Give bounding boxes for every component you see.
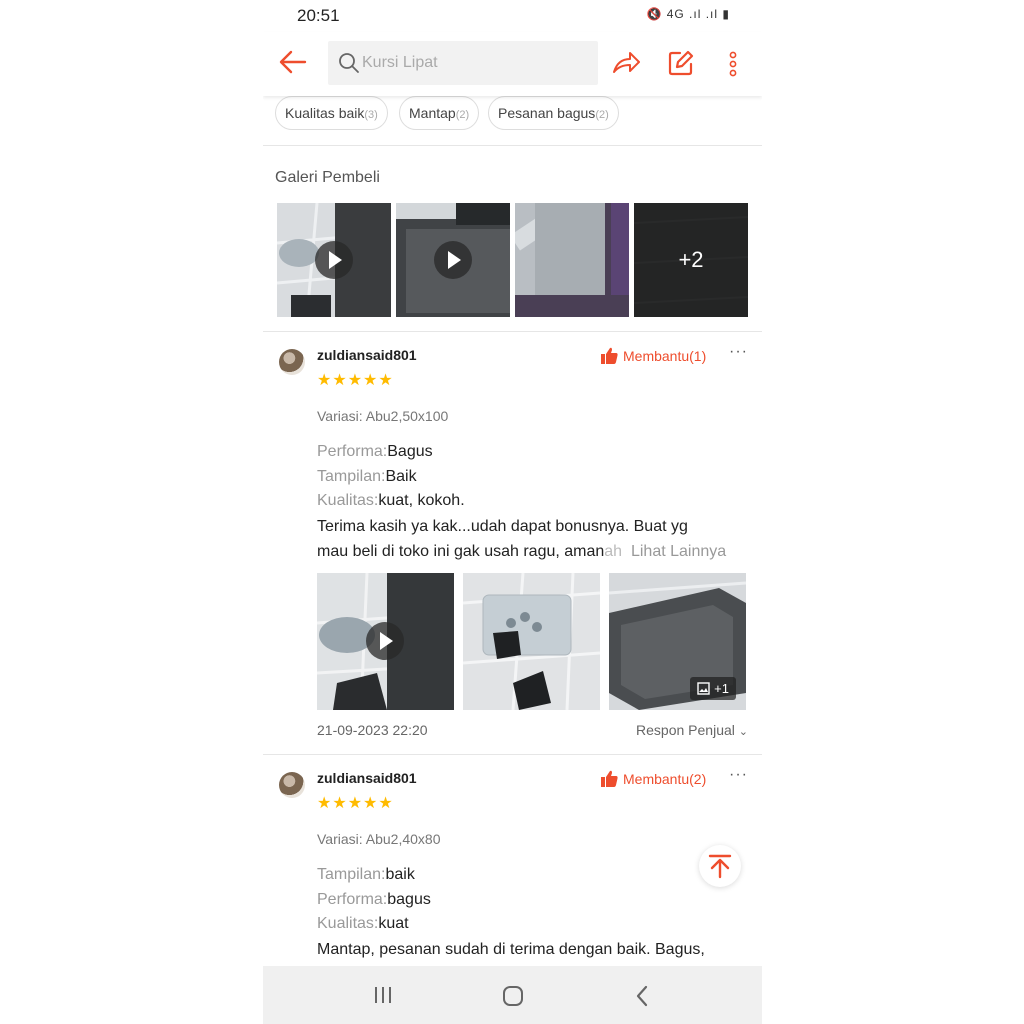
- review-variation: Variasi: Abu2,40x80: [317, 831, 441, 847]
- recent-apps-icon[interactable]: [373, 986, 393, 1004]
- arrow-up-icon: [708, 854, 732, 879]
- gallery-video-1[interactable]: [277, 203, 391, 317]
- status-bar: 20:51 🔇 4G .ıl .ıl ▮: [263, 0, 762, 32]
- attr-key: Tampilan:: [317, 467, 386, 485]
- status-time: 20:51: [297, 6, 340, 25]
- edit-icon[interactable]: [668, 50, 694, 76]
- back-arrow-icon[interactable]: [277, 46, 309, 78]
- gallery-more-count: +2: [634, 203, 748, 317]
- chip-kualitas-baik[interactable]: Kualitas baik(3): [275, 96, 388, 130]
- review-date: 21-09-2023 22:20: [317, 722, 428, 738]
- attr-key: Performa:: [317, 890, 388, 908]
- top-bar: Kursi Lipat: [263, 32, 762, 96]
- gallery-video-2[interactable]: [396, 203, 510, 317]
- review-attributes: Tampilan:baik Performa:bagus Kualitas:ku…: [317, 863, 431, 937]
- app-screen: 20:51 🔇 4G .ıl .ıl ▮ Kursi Lipat Kualita: [263, 0, 762, 1024]
- media-more-count: +1: [690, 677, 736, 700]
- helpful-label: Membantu(2): [623, 770, 707, 787]
- thumbs-up-icon: [601, 770, 618, 787]
- review-video[interactable]: [317, 573, 454, 710]
- chip-count: (2): [455, 109, 470, 121]
- helpful-button[interactable]: Membantu(2): [601, 770, 706, 787]
- see-more-link[interactable]: Lihat Lainnya: [631, 543, 726, 560]
- chip-label: Pesanan bagus: [498, 105, 596, 121]
- share-icon[interactable]: [611, 48, 641, 78]
- gallery-photo-3[interactable]: [515, 203, 629, 317]
- search-input[interactable]: Kursi Lipat: [328, 41, 598, 85]
- attr-value: kuat, kokoh.: [378, 492, 465, 509]
- review-text-line: Mantap, pesanan sudah di terima dengan b…: [317, 941, 705, 958]
- review-more-icon[interactable]: ···: [729, 766, 748, 784]
- search-placeholder: Kursi Lipat: [362, 54, 438, 71]
- seller-response-toggle[interactable]: Respon Penjual ⌄: [636, 722, 748, 738]
- chip-label: Kualitas baik: [285, 105, 365, 121]
- scroll-to-top-button[interactable]: [699, 845, 741, 887]
- play-icon: [434, 241, 472, 279]
- attr-key: Kualitas:: [317, 915, 379, 932]
- play-icon: [366, 622, 404, 660]
- thumbs-up-icon: [601, 347, 618, 364]
- nav-back-icon[interactable]: [635, 985, 649, 1007]
- review-username: zuldiansaid801: [317, 770, 417, 786]
- helpful-button[interactable]: Membantu(1): [601, 347, 706, 364]
- status-icons: 🔇 4G .ıl .ıl ▮: [646, 7, 730, 21]
- media-count-label: +1: [714, 681, 729, 696]
- avatar[interactable]: [279, 349, 305, 375]
- star-rating: ★★★★★: [317, 372, 394, 389]
- gallery-title: Galeri Pembeli: [275, 169, 380, 186]
- star-rating: ★★★★★: [317, 795, 394, 812]
- review-username: zuldiansaid801: [317, 347, 417, 363]
- review-text-line: mau beli di toko ini gak usah ragu, aman: [317, 542, 605, 560]
- divider: [263, 145, 762, 146]
- gallery-more[interactable]: +2: [634, 203, 748, 317]
- more-vert-icon[interactable]: [723, 50, 743, 78]
- review-photo-3[interactable]: +1: [609, 573, 746, 710]
- review-item: zuldiansaid801 Membantu(2) ··· ★★★★★ Var…: [263, 755, 762, 966]
- review-text: Terima kasih ya kak...udah dapat bonusny…: [317, 515, 749, 564]
- attr-value: bagus: [387, 890, 431, 908]
- review-attributes: Performa:Bagus Tampilan:Baik Kualitas:ku…: [317, 440, 465, 514]
- chip-mantap[interactable]: Mantap(2): [399, 96, 480, 130]
- chip-count: (3): [364, 109, 378, 121]
- play-icon: [315, 241, 353, 279]
- chip-pesanan-bagus[interactable]: Pesanan bagus(2): [488, 96, 619, 130]
- review-photo: [463, 573, 600, 710]
- attr-key: Kualitas:: [317, 492, 379, 509]
- attr-key: Tampilan:: [317, 866, 386, 883]
- review-variation: Variasi: Abu2,50x100: [317, 408, 449, 424]
- attr-value: baik: [385, 866, 415, 883]
- chevron-down-icon: ⌄: [738, 726, 748, 738]
- home-icon[interactable]: [503, 986, 523, 1006]
- system-nav-bar: [263, 966, 762, 1024]
- review-item: zuldiansaid801 Membantu(1) ··· ★★★★★ Var…: [263, 332, 762, 752]
- attr-value: Baik: [385, 467, 417, 485]
- search-icon: [339, 53, 359, 73]
- attr-value: kuat: [378, 915, 409, 932]
- review-text-fade: ah: [604, 542, 623, 560]
- attr-key: Performa:: [317, 443, 388, 460]
- review-photo-2[interactable]: [463, 573, 600, 710]
- seller-response-label: Respon Penjual: [636, 722, 735, 738]
- attr-value: Bagus: [387, 443, 433, 460]
- gallery-photo: [515, 203, 629, 317]
- review-text: Mantap, pesanan sudah di terima dengan b…: [317, 938, 749, 963]
- avatar[interactable]: [279, 772, 305, 798]
- chip-label: Mantap: [409, 105, 456, 121]
- review-more-icon[interactable]: ···: [729, 343, 748, 361]
- review-text-line: Terima kasih ya kak...udah dapat bonusny…: [317, 518, 688, 535]
- image-icon: [697, 682, 710, 695]
- helpful-label: Membantu(1): [623, 347, 707, 364]
- chip-count: (2): [595, 109, 609, 121]
